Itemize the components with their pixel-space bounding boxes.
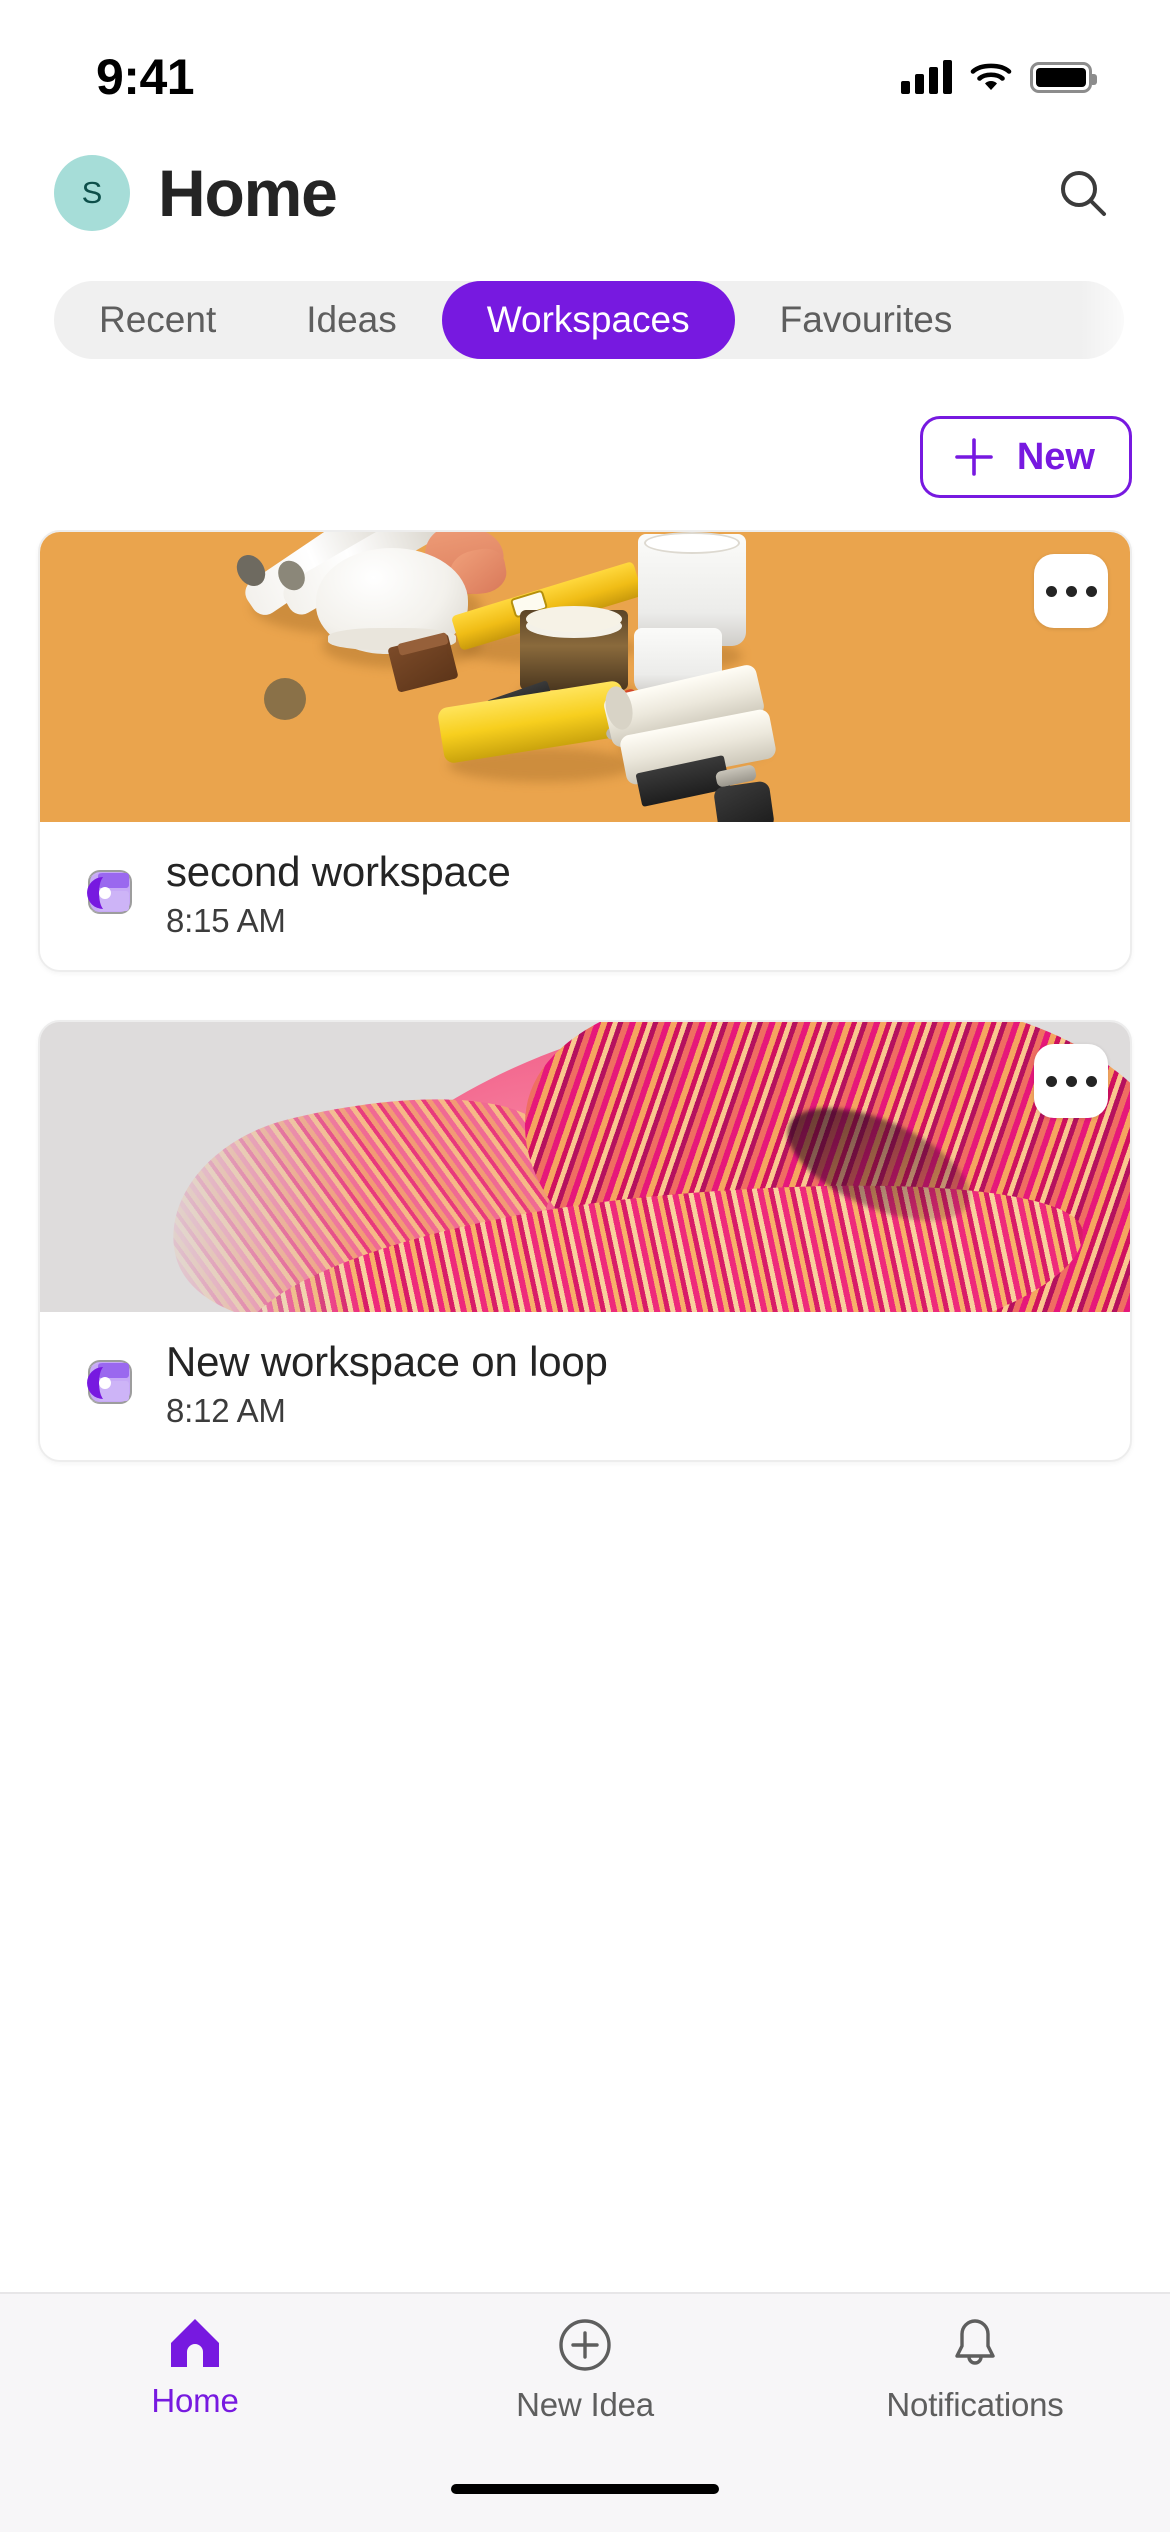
cellular-signal-icon <box>901 60 952 94</box>
plus-icon <box>955 438 993 476</box>
wifi-icon <box>970 63 1012 90</box>
page-title: Home <box>158 156 338 230</box>
search-icon <box>1061 171 1106 216</box>
status-indicators <box>901 60 1097 94</box>
nav-item-home[interactable]: Home <box>0 2316 390 2420</box>
workspace-timestamp: 8:15 AM <box>166 902 286 939</box>
workspace-timestamp: 8:12 AM <box>166 1392 286 1429</box>
new-workspace-label: New <box>1016 435 1095 478</box>
home-indicator-area <box>0 2462 1170 2532</box>
workspace-list[interactable]: second workspace 8:15 AM New workspace o… <box>0 530 1170 2292</box>
tab-favourites[interactable]: Favourites <box>735 281 998 359</box>
bell-icon <box>955 2319 995 2365</box>
nav-item-new-idea[interactable]: New Idea <box>390 2316 780 2424</box>
status-time: 9:41 <box>96 49 195 105</box>
more-horizontal-icon <box>1045 585 1057 597</box>
card-more-button[interactable] <box>1034 1044 1108 1118</box>
app-header: S Home <box>0 130 1170 256</box>
workspace-cover-image <box>40 1022 1130 1312</box>
tab-strip[interactable]: Recent Ideas Workspaces Favourites <box>0 256 1170 384</box>
battery-full-icon <box>1030 61 1097 93</box>
construction-tools-illustration <box>40 532 1130 822</box>
workspace-card[interactable]: second workspace 8:15 AM <box>38 530 1132 972</box>
workspace-card-footer: New workspace on loop 8:12 AM <box>40 1312 1130 1460</box>
avatar[interactable]: S <box>54 155 130 231</box>
nav-label-new-idea: New Idea <box>516 2386 654 2423</box>
workspace-cover-image <box>40 532 1130 822</box>
bottom-navigation: Home New Idea Notifications <box>0 2292 1170 2462</box>
card-more-button[interactable] <box>1034 554 1108 628</box>
nav-item-notifications[interactable]: Notifications <box>780 2316 1170 2424</box>
loop-workspace-icon <box>81 1360 132 1404</box>
nav-label-home: Home <box>151 2382 239 2419</box>
tab-ideas[interactable]: Ideas <box>261 281 442 359</box>
new-workspace-button[interactable]: New <box>919 416 1132 498</box>
workspace-card-meta: second workspace 8:15 AM <box>166 848 511 940</box>
home-icon <box>171 2319 219 2367</box>
workspace-card-footer: second workspace 8:15 AM <box>40 822 1130 970</box>
tab-recent[interactable]: Recent <box>54 281 261 359</box>
toolbar-row: New <box>0 384 1170 530</box>
plus-circle-icon <box>559 2319 611 2371</box>
workspace-card-meta: New workspace on loop 8:12 AM <box>166 1338 608 1430</box>
search-button[interactable] <box>1048 158 1118 228</box>
tab-workspaces[interactable]: Workspaces <box>441 281 735 359</box>
more-horizontal-icon <box>1045 1075 1057 1087</box>
pink-abstract-ribbon-illustration <box>40 1022 1130 1312</box>
app-screen: 9:41 S Home Recent Ideas Workspaces Favo… <box>0 0 1170 2532</box>
workspace-card[interactable]: New workspace on loop 8:12 AM <box>38 1020 1132 1462</box>
nav-label-notifications: Notifications <box>886 2386 1064 2423</box>
status-bar: 9:41 <box>0 0 1170 130</box>
loop-workspace-icon <box>81 870 132 914</box>
workspace-title: second workspace <box>166 848 511 895</box>
workspace-title: New workspace on loop <box>166 1338 608 1385</box>
tab-strip-track: Recent Ideas Workspaces Favourites <box>54 281 1124 359</box>
home-indicator[interactable] <box>451 2484 719 2494</box>
